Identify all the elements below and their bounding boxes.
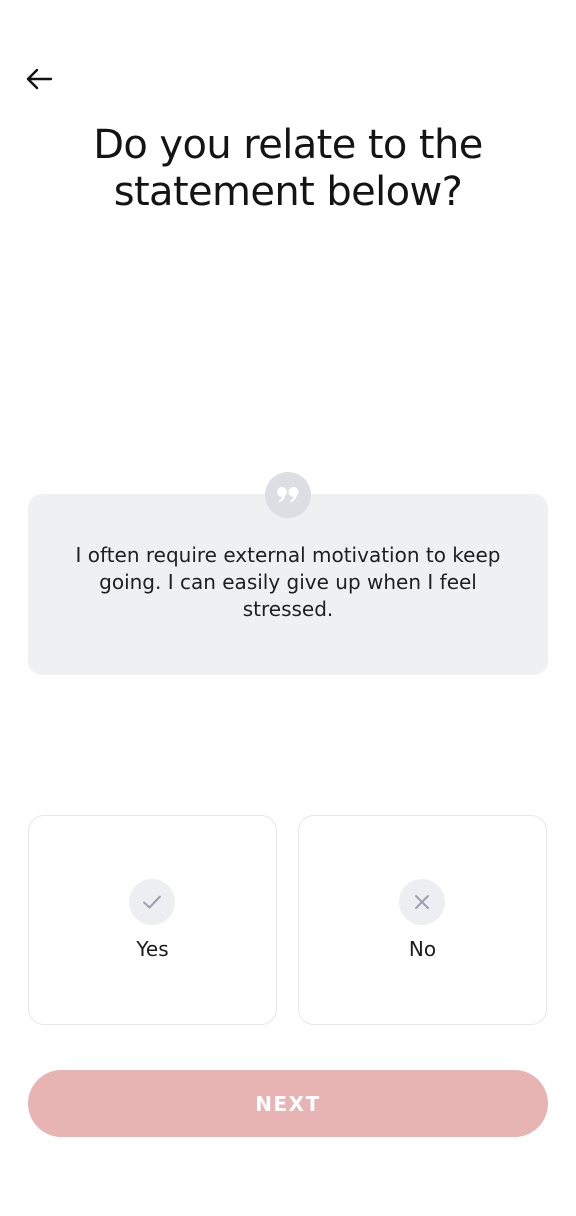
option-no-label: No	[408, 937, 437, 961]
option-yes-card[interactable]: Yes	[28, 815, 277, 1025]
statement-text: I often require external motivation to k…	[75, 543, 501, 621]
option-yes-label: Yes	[136, 937, 169, 961]
screen: Do you relate to the statement below? I …	[0, 0, 576, 1216]
quote-icon	[277, 487, 299, 503]
option-yes-icon-circle	[129, 879, 175, 925]
arrow-left-icon	[26, 68, 53, 90]
quote-badge	[265, 472, 311, 518]
back-button[interactable]	[22, 62, 56, 96]
option-no-card[interactable]: No	[298, 815, 547, 1025]
close-icon	[415, 895, 429, 909]
check-icon	[143, 895, 161, 909]
option-no-icon-circle	[399, 879, 445, 925]
next-button[interactable]: NEXT	[28, 1070, 548, 1137]
statement-card: I often require external motivation to k…	[28, 494, 548, 675]
page-title: Do you relate to the statement below?	[93, 122, 483, 215]
